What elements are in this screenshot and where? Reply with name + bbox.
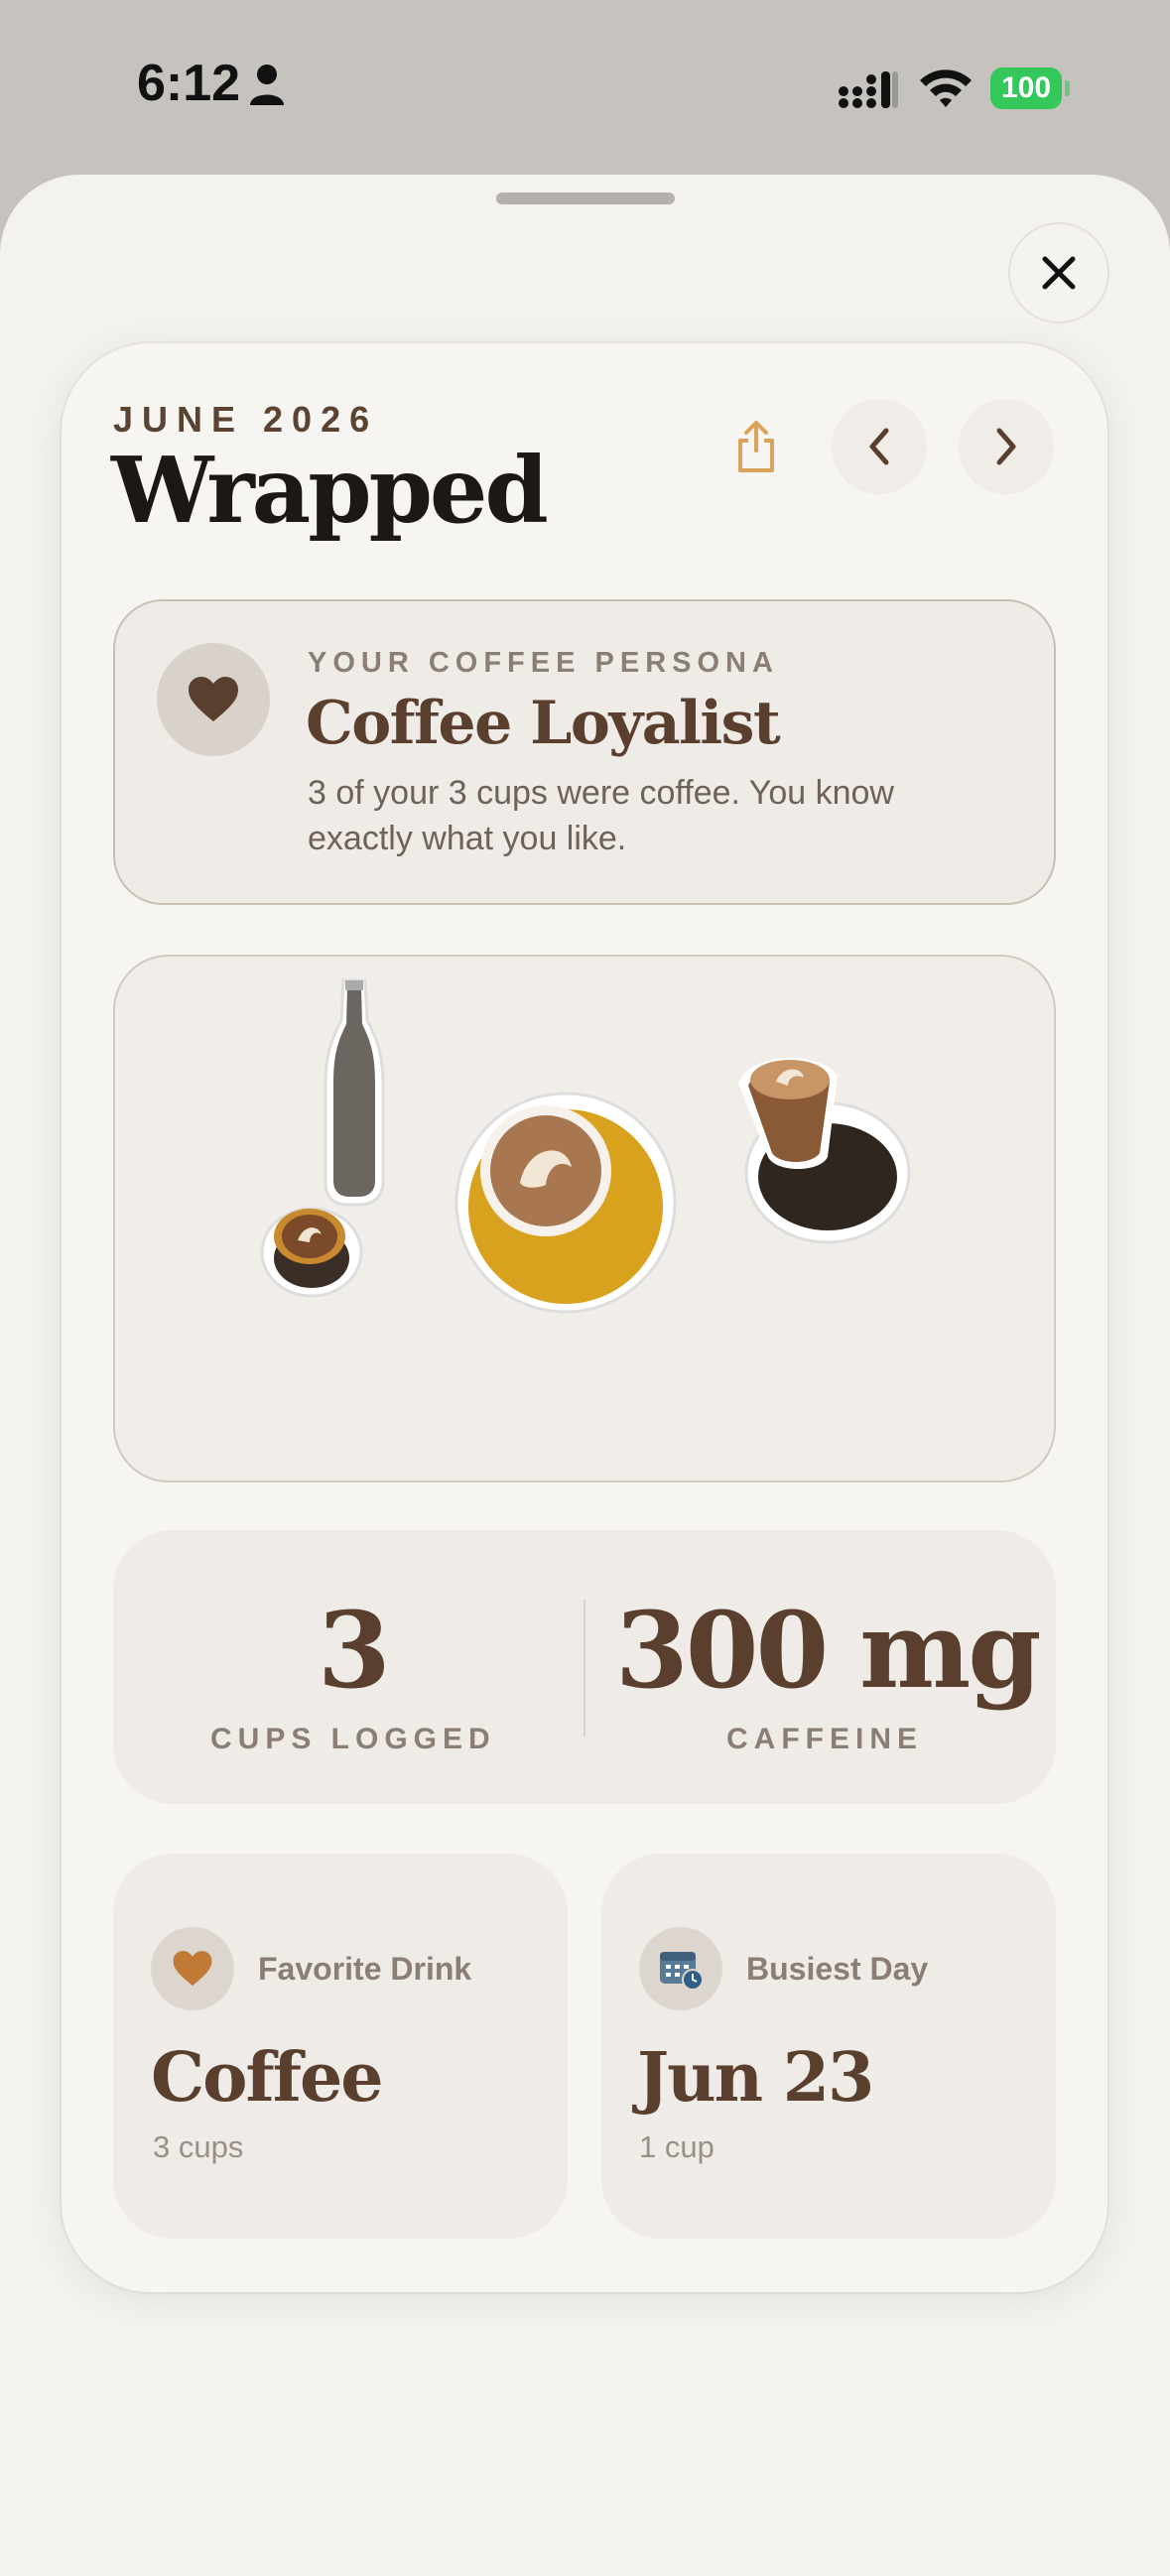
- favorite-drink-value: Coffee: [151, 2038, 384, 2118]
- chevron-left-icon: [869, 428, 889, 465]
- close-icon: [1042, 256, 1076, 290]
- wifi-icon: [920, 69, 972, 107]
- month-eyebrow: JUNE 2026: [113, 399, 379, 440]
- bottle-illustration: [324, 978, 385, 1207]
- cups-logged-label: CUPS LOGGED: [210, 1723, 496, 1755]
- large-cup-illustration: [455, 1092, 677, 1314]
- close-button[interactable]: [1008, 222, 1109, 323]
- busiest-day-icon-badge: [639, 1927, 722, 2010]
- busiest-day-label: Busiest Day: [746, 1951, 929, 1987]
- drinks-illustration: [260, 978, 911, 1314]
- chevron-right-icon: [996, 428, 1016, 465]
- caffeine-value: 300 mg: [615, 1588, 1041, 1712]
- battery-indicator: 100: [990, 67, 1070, 109]
- battery-cap: [1065, 80, 1070, 96]
- page-title: Wrapped: [111, 437, 549, 544]
- battery-level: 100: [990, 67, 1062, 109]
- persona-icon-badge: [157, 643, 270, 756]
- favorite-drink-count: 3 cups: [153, 2129, 244, 2164]
- previous-month-button[interactable]: [832, 399, 927, 494]
- cups-logged-value: 3: [318, 1588, 391, 1712]
- persona-name: Coffee Loyalist: [306, 689, 781, 758]
- busiest-day-count: 1 cup: [639, 2129, 715, 2164]
- stats-divider: [584, 1600, 585, 1737]
- status-bar: 6:12 100: [0, 0, 1170, 169]
- person-icon: [250, 64, 284, 105]
- cellular-signal-icon: [839, 71, 898, 108]
- heart-icon: [173, 1951, 212, 1987]
- persona-label: YOUR COFFEE PERSONA: [308, 647, 779, 679]
- status-time: 6:12: [137, 55, 241, 112]
- share-icon: [738, 421, 774, 472]
- share-button[interactable]: [722, 413, 790, 480]
- favorite-drink-icon-badge: [151, 1927, 234, 2010]
- next-month-button[interactable]: [959, 399, 1054, 494]
- heart-icon: [189, 677, 238, 721]
- sheet-grabber[interactable]: [496, 193, 675, 204]
- glass-cup-illustration: [738, 1058, 911, 1244]
- small-cup-illustration: [260, 1207, 363, 1298]
- caffeine-label: CAFFEINE: [726, 1723, 923, 1755]
- persona-description: 3 of your 3 cups were coffee. You know e…: [308, 774, 894, 857]
- favorite-drink-label: Favorite Drink: [258, 1951, 472, 1987]
- calendar-clock-icon: [660, 1952, 704, 1991]
- busiest-day-value: Jun 23: [637, 2038, 874, 2118]
